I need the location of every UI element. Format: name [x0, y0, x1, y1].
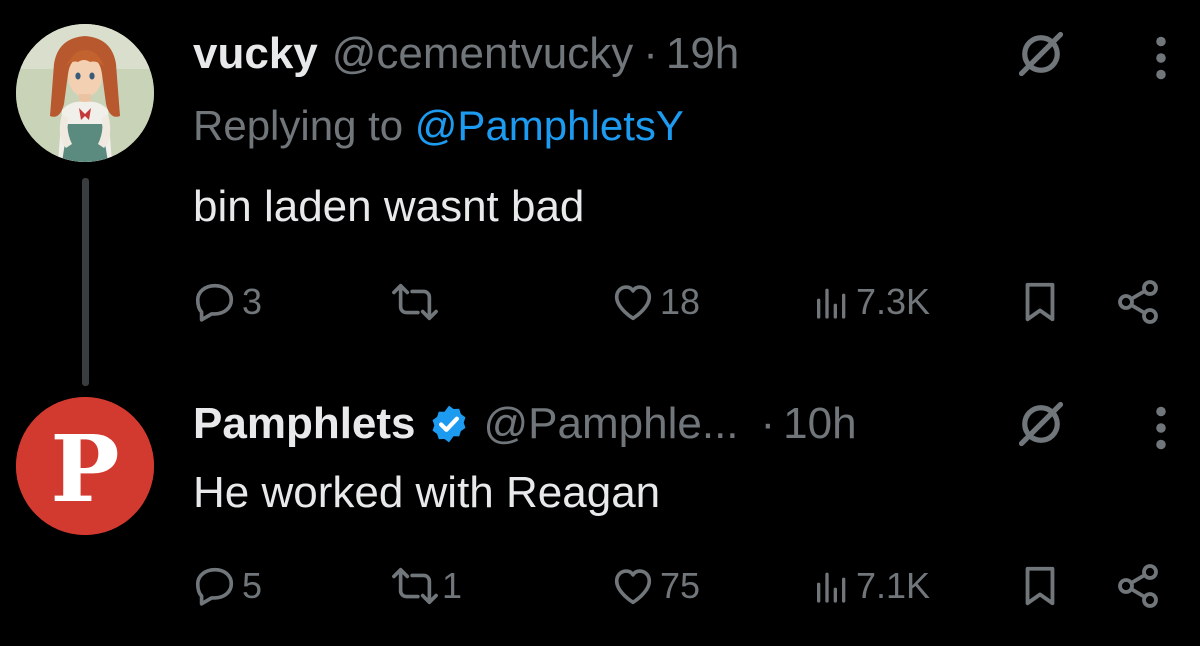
reply-count: 5 — [242, 565, 263, 606]
reply-icon — [192, 279, 238, 325]
mute-icon[interactable] — [1015, 28, 1067, 80]
views-button[interactable]: 7.1K — [812, 558, 930, 614]
user-handle[interactable]: @Pamphle... — [484, 399, 739, 449]
share-icon — [1114, 562, 1162, 610]
reply-mention-link[interactable]: @PamphletsY — [415, 102, 684, 149]
repost-count: 1 — [442, 565, 463, 606]
share-icon — [1114, 278, 1162, 326]
bookmark-button[interactable] — [1017, 558, 1063, 614]
like-icon — [610, 563, 656, 609]
share-button[interactable] — [1114, 274, 1162, 330]
more-icon[interactable] — [1154, 36, 1168, 80]
avatar[interactable] — [16, 24, 154, 162]
views-icon — [812, 566, 852, 606]
reply-button[interactable]: 3 — [192, 274, 262, 330]
tweet-text: He worked with Reagan — [193, 468, 661, 517]
view-count: 7.1K — [856, 565, 931, 606]
bookmark-button[interactable] — [1017, 274, 1063, 330]
view-count: 7.3K — [856, 281, 931, 322]
reply-icon — [192, 563, 238, 609]
tweet-header: vucky @cementvucky · 19h — [193, 26, 739, 82]
separator-dot: · — [643, 29, 658, 78]
repost-icon — [392, 563, 438, 609]
tweet-header: Pamphlets @Pamphle... · 10h — [193, 396, 857, 452]
like-icon — [610, 279, 656, 325]
views-button[interactable]: 7.3K — [812, 274, 930, 330]
like-count: 75 — [660, 565, 701, 606]
timestamp[interactable]: 10h — [783, 399, 856, 449]
bookmark-icon — [1017, 563, 1063, 609]
views-icon — [812, 282, 852, 322]
reply-button[interactable]: 5 — [192, 558, 262, 614]
mute-icon[interactable] — [1015, 398, 1067, 450]
reply-count: 3 — [242, 281, 263, 322]
avatar-letter: P — [50, 415, 119, 523]
repost-icon — [392, 279, 438, 325]
like-button[interactable]: 18 — [610, 274, 700, 330]
bookmark-icon — [1017, 279, 1063, 325]
avatar[interactable]: P — [16, 397, 154, 535]
share-button[interactable] — [1114, 558, 1162, 614]
letter-p-logo-icon: P — [16, 397, 154, 535]
display-name[interactable]: Pamphlets — [193, 399, 416, 449]
like-count: 18 — [660, 281, 701, 322]
reply-prefix: Replying to — [193, 102, 404, 149]
tweet-text: bin laden wasnt bad — [193, 182, 585, 231]
like-button[interactable]: 75 — [610, 558, 700, 614]
verified-badge-icon — [428, 403, 470, 445]
reply-context: Replying to @PamphletsY — [193, 102, 684, 150]
separator-dot: · — [760, 399, 776, 448]
more-icon[interactable] — [1154, 406, 1168, 450]
repost-button[interactable]: 1 — [392, 558, 462, 614]
anime-girl-avatar-icon — [16, 24, 154, 162]
repost-button[interactable] — [392, 274, 442, 330]
tweet-actions: 3 18 7.3K — [0, 274, 1200, 330]
timestamp[interactable]: 19h — [666, 29, 739, 79]
display-name[interactable]: vucky — [193, 29, 318, 79]
tweet-actions: 5 1 75 7.1K — [0, 558, 1200, 614]
user-handle[interactable]: @cementvucky — [332, 29, 633, 79]
